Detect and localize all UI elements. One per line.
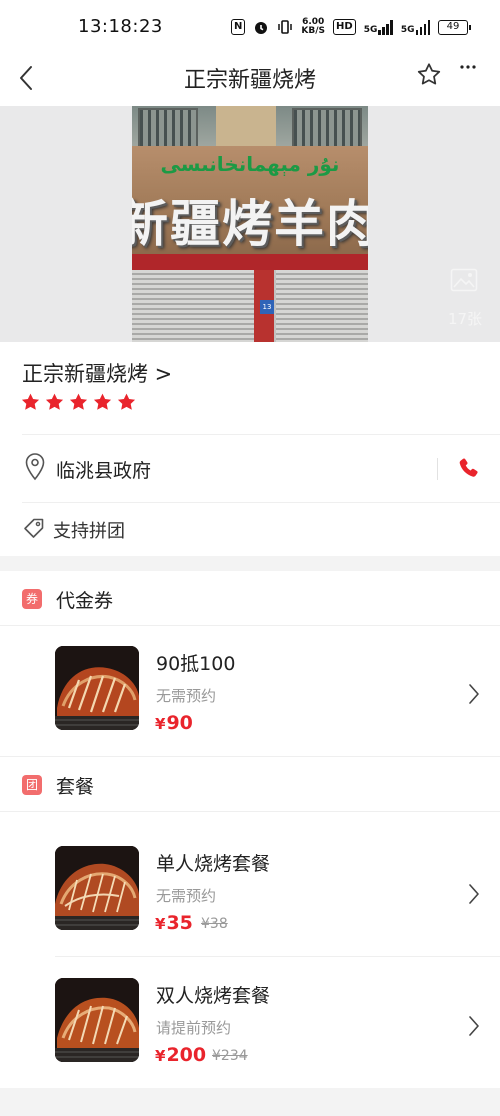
deal-name: 90抵100 — [156, 653, 236, 675]
status-icons: N 6.00 KB/S HD 5G 5G 49 — [231, 14, 471, 40]
group-buy-tag: 支持拼团 — [53, 521, 125, 542]
deal-item[interactable]: 双人烧烤套餐 请提前预约 ¥200 ¥234 — [0, 978, 500, 1078]
deal-price-value: 35 — [166, 912, 193, 934]
deal-price: ¥200 — [155, 1044, 206, 1066]
more-options-button[interactable] — [454, 54, 482, 78]
deal-thumbnail — [55, 846, 139, 930]
nav-header: 正宗新疆烧烤 — [0, 52, 500, 106]
location-text: 临洮县政府 — [56, 460, 152, 482]
currency-symbol: ¥ — [155, 1047, 166, 1065]
chevron-right-icon — [469, 1016, 479, 1036]
network-type-1: 5G — [363, 25, 378, 35]
deal-price-value: 90 — [166, 712, 193, 734]
deal-thumbnail — [55, 646, 139, 730]
star-filled-icon — [93, 393, 112, 410]
voucher-section-title: 代金券 — [56, 590, 114, 612]
photo-gallery[interactable]: نۇر مېھمانخانىسى 新疆烤羊肉 13 17张 — [0, 106, 500, 342]
deal-thumbnail — [55, 978, 139, 1062]
section-gap — [0, 1088, 500, 1116]
photo-shutter — [276, 270, 368, 342]
deal-original-price: ¥38 — [201, 916, 228, 932]
deal-name: 单人烧烤套餐 — [156, 853, 271, 875]
deal-note: 请提前预约 — [156, 1019, 232, 1037]
sign-arabic-text: نۇر مېھمانخانىسى — [160, 152, 340, 176]
divider — [0, 756, 500, 757]
sign-chinese-text: 新疆烤羊肉 — [132, 195, 368, 253]
chevron-right-icon — [469, 884, 479, 904]
network-speed-unit: KB/S — [301, 26, 326, 36]
currency-symbol: ¥ — [155, 915, 166, 933]
deal-price-value: 200 — [166, 1044, 207, 1066]
photo-window — [292, 108, 362, 148]
bbq-meat-image — [55, 846, 139, 930]
section-gap — [0, 556, 500, 571]
deal-note: 无需预约 — [156, 687, 217, 705]
photo-window — [138, 108, 198, 148]
deal-price: ¥35 — [155, 912, 193, 934]
group-badge: 团 — [22, 775, 42, 795]
photo-count: 17张 — [447, 310, 483, 328]
signal-bars-icon — [415, 19, 430, 35]
more-dots-icon — [460, 65, 476, 69]
rating-stars — [20, 392, 137, 413]
gallery-icon — [450, 268, 478, 292]
photo-shutter — [132, 270, 256, 342]
photo-sign: نۇر مېھمانخانىسى 新疆烤羊肉 — [132, 146, 368, 254]
shop-photo[interactable]: نۇر مېھمانخانىسى 新疆烤羊肉 13 — [132, 106, 368, 342]
deal-item[interactable]: 单人烧烤套餐 无需预约 ¥35 ¥38 — [0, 846, 500, 946]
star-filled-icon — [69, 393, 88, 410]
currency-symbol: ¥ — [155, 715, 166, 733]
alarm-icon — [255, 22, 268, 34]
photo-door-plate: 13 — [260, 300, 274, 314]
star-filled-icon — [45, 393, 64, 410]
star-outline-icon — [417, 63, 441, 85]
hd-icon: HD — [333, 19, 356, 35]
status-time: 13:18:23 — [78, 16, 163, 37]
shop-name-link[interactable]: 正宗新疆烧烤 > — [22, 358, 172, 388]
phone-icon — [459, 458, 478, 477]
network-type-2: 5G — [400, 25, 415, 35]
deal-note: 无需预约 — [156, 887, 217, 905]
network-speed: 6.00 KB/S — [301, 18, 325, 36]
signal-bars-icon — [378, 19, 393, 35]
deal-name: 双人烧烤套餐 — [156, 985, 271, 1007]
photo-red-band — [132, 254, 368, 270]
signal-1: 5G — [364, 19, 393, 35]
deal-item[interactable]: 90抵100 无需预约 ¥90 — [0, 646, 500, 746]
signal-2: 5G — [401, 19, 430, 35]
voucher-badge: 券 — [22, 589, 42, 609]
chevron-right-icon — [469, 684, 479, 704]
divider — [55, 956, 500, 957]
divider — [0, 811, 500, 812]
status-bar: 13:18:23 N 6.00 KB/S HD 5G 5G 49 — [0, 0, 500, 52]
deal-price: ¥90 — [155, 712, 193, 734]
star-filled-icon — [21, 393, 40, 410]
tag-icon — [24, 518, 44, 538]
door-plate-number: 13 — [262, 303, 272, 311]
vertical-separator — [437, 458, 438, 480]
battery-icon: 49 — [438, 19, 471, 35]
favorite-button[interactable] — [412, 58, 446, 92]
package-section-title: 套餐 — [56, 776, 95, 798]
deal-original-price: ¥234 — [212, 1048, 248, 1064]
divider — [22, 434, 500, 435]
bbq-meat-image — [55, 646, 139, 730]
star-filled-icon — [117, 393, 136, 410]
call-button[interactable] — [456, 456, 482, 482]
nfc-icon: N — [231, 19, 246, 35]
location-pin-icon — [25, 453, 45, 481]
vibrate-icon — [278, 20, 293, 34]
bbq-meat-image — [55, 978, 139, 1062]
divider — [0, 625, 500, 626]
photo-shutters: 13 — [132, 270, 368, 342]
divider — [22, 502, 500, 503]
